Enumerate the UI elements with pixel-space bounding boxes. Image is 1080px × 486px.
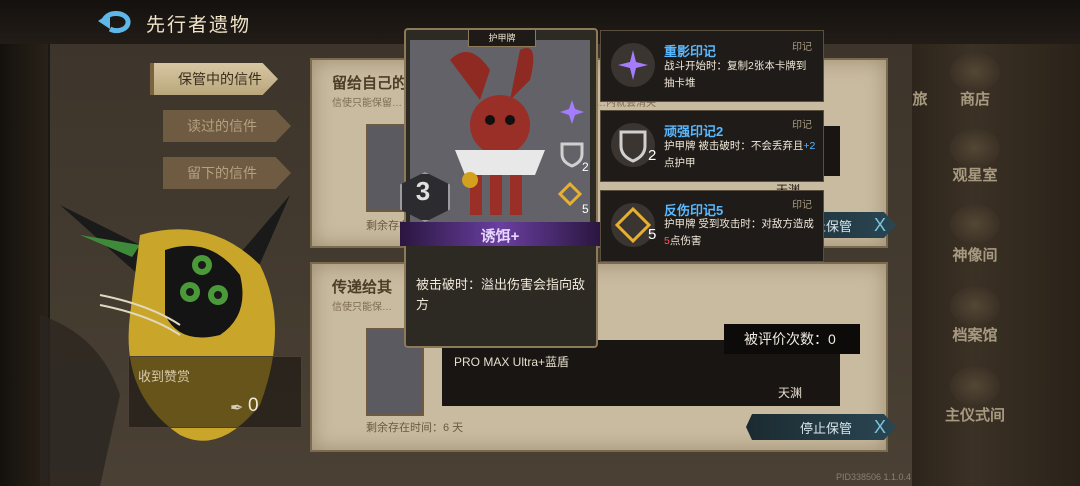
card-cost: 3 — [415, 176, 431, 206]
thorn-mark-icon — [556, 180, 584, 208]
messenger-creature-illustration — [40, 195, 290, 486]
close-icon: X — [874, 214, 887, 235]
archive-icon — [950, 286, 1000, 326]
thorn-mark-count: 5 — [582, 202, 589, 216]
stop-keeping-button-2[interactable]: 停止保管 X — [746, 414, 896, 440]
thorns-mark-count: 5 — [648, 226, 657, 243]
mark-text-thorns-post: 点伤害 — [669, 235, 702, 247]
echo-mark-icon — [608, 40, 658, 90]
evaluation-value: 0 — [828, 331, 836, 347]
card-type-label: 护甲牌 — [468, 29, 536, 47]
letter-2-title: 传递给其 — [332, 279, 393, 296]
back-button[interactable] — [96, 7, 136, 37]
letter-2-subtitle: 信使只能保… — [332, 302, 392, 313]
build-id: PID338506 1.1.0.4 — [836, 472, 912, 482]
star-icon — [950, 128, 1000, 168]
nav-archive[interactable]: 档案馆 — [935, 324, 1015, 345]
card-name: 诱饵+ — [480, 228, 520, 245]
letter-2-message: PRO MAX Ultra+蓝盾 — [454, 355, 570, 369]
back-arrow-icon — [98, 11, 131, 34]
mark-text-tenacity: 护甲牌 被击破时：不会丢弃且+2 点护甲 — [664, 138, 816, 172]
mark-text-tenacity-post: 点护甲 — [664, 157, 696, 169]
mark-text-echo: 战斗开始时：复制2张本卡牌到抽卡堆 — [664, 60, 807, 89]
nav-journey[interactable]: 旅 — [905, 88, 935, 109]
mark-tag-echo: 印记 — [792, 42, 812, 53]
stop-keeping-label-2: 停止保管 — [800, 420, 853, 436]
shield-mark-count: 2 — [582, 160, 589, 174]
sparkle-mark-icon — [558, 98, 586, 126]
mark-text-tenacity-highlight: +2 — [803, 140, 816, 152]
letter-1-title: 留给自己的 — [332, 75, 408, 92]
page-title: 先行者遗物 — [146, 15, 252, 36]
letter-2-author: 天渊 — [778, 386, 803, 400]
evaluation-count: 被评价次数： 0 — [724, 324, 860, 354]
quill-icon: ✒ — [230, 400, 244, 417]
nav-shop[interactable]: 商店 — [935, 88, 1015, 109]
letter-1-subtitle: 信使只能保留… — [332, 98, 402, 109]
tab-read-letters[interactable]: 读过的信件 — [163, 110, 291, 142]
mark-text-tenacity-pre: 护甲牌 被击破时：不会丢弃且 — [664, 140, 804, 152]
nav-ritual-hall[interactable]: 主仪式间 — [935, 404, 1015, 425]
statue-icon — [950, 204, 1000, 244]
mark-tag-tenacity: 印记 — [792, 120, 812, 131]
tab-kept-letters[interactable]: 保管中的信件 — [150, 63, 278, 95]
ritual-icon — [950, 366, 1000, 406]
shop-icon — [950, 52, 1000, 92]
mark-text-thorns-pre: 护甲牌 受到攻击时：对敌方造成 — [664, 218, 814, 230]
nav-observatory[interactable]: 观星室 — [935, 164, 1015, 185]
nav-statue-hall[interactable]: 神像间 — [935, 244, 1015, 265]
close-icon: X — [874, 416, 887, 437]
praise-count: 0 — [248, 395, 259, 416]
evaluation-label: 被评价次数： — [744, 331, 828, 347]
card-description: 被击破时：溢出伤害会指向敌方 — [416, 277, 586, 312]
mark-tag-thorns: 印记 — [792, 200, 812, 211]
tenacity-mark-count: 2 — [648, 147, 657, 164]
tab-left-letters[interactable]: 留下的信件 — [163, 157, 291, 189]
mark-text-thorns: 护甲牌 受到攻击时：对敌方造成5点伤害 — [664, 216, 816, 250]
praise-label: 收到赞赏 — [138, 369, 191, 384]
letter-2-remaining: 剩余存在时间：6 天 — [366, 422, 464, 434]
